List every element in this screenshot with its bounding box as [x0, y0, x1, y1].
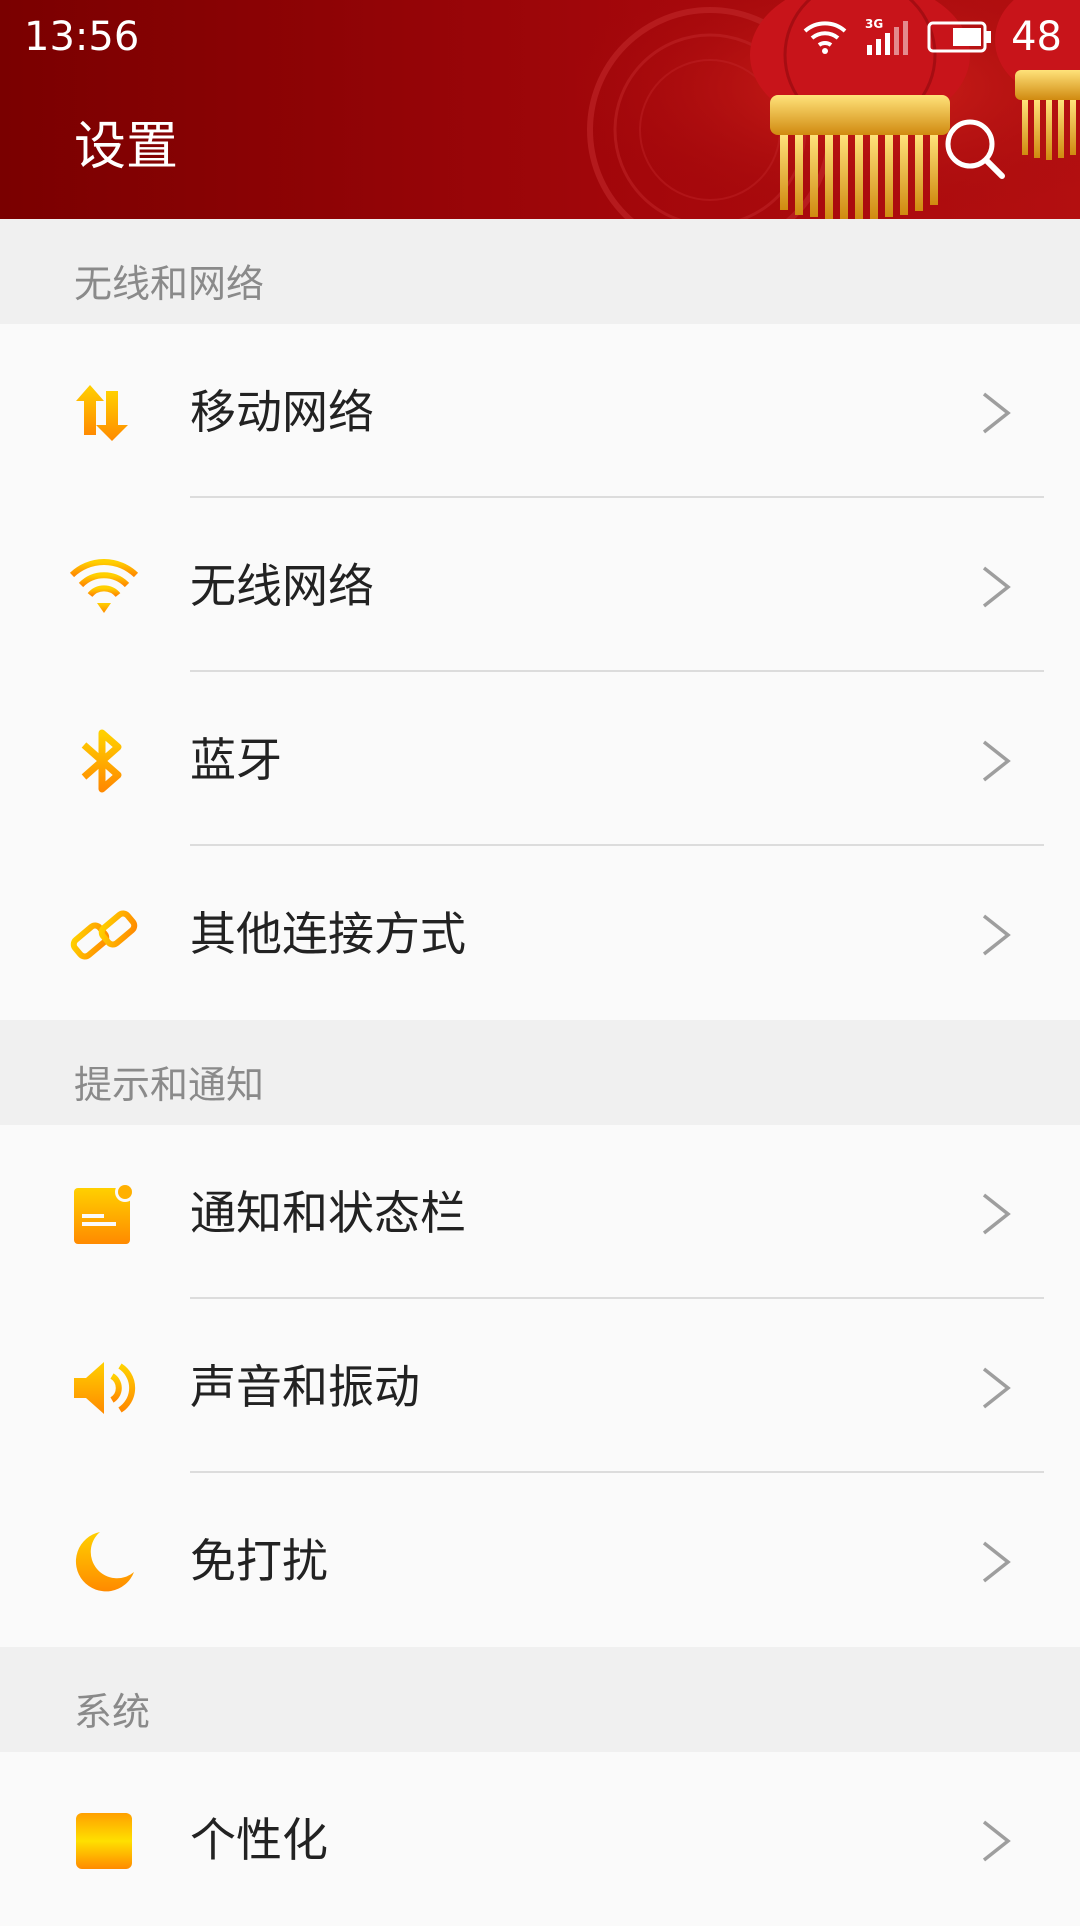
- personalize-icon: [76, 1813, 132, 1869]
- settings-item-sound-vibration[interactable]: 声音和振动: [0, 1299, 1080, 1473]
- settings-item-bluetooth[interactable]: 蓝牙: [0, 672, 1080, 846]
- section-header-system: 系统: [0, 1647, 1080, 1752]
- link-icon: [70, 910, 138, 960]
- notification-icon: [74, 1182, 135, 1244]
- app-header: 13:56 3G 48 设置: [0, 0, 1080, 219]
- search-icon[interactable]: [940, 114, 1010, 184]
- item-label: 其他连接方式: [190, 907, 466, 961]
- item-label: 声音和振动: [190, 1360, 420, 1414]
- item-label: 移动网络: [190, 385, 374, 439]
- chevron-right-icon: [982, 392, 1011, 434]
- chevron-right-icon: [982, 1367, 1011, 1409]
- chevron-right-icon: [982, 566, 1011, 608]
- section-header-notifications: 提示和通知: [0, 1020, 1080, 1125]
- item-label: 免打扰: [190, 1534, 328, 1588]
- item-label: 蓝牙: [190, 733, 282, 787]
- chevron-right-icon: [982, 914, 1011, 956]
- item-label: 通知和状态栏: [190, 1186, 466, 1240]
- settings-item-other-connections[interactable]: 其他连接方式: [0, 846, 1080, 1020]
- settings-item-do-not-disturb[interactable]: 免打扰: [0, 1473, 1080, 1647]
- settings-item-mobile-network[interactable]: 移动网络: [0, 324, 1080, 498]
- status-icons: 3G 48: [803, 12, 1062, 62]
- signal-3g-icon: 3G: [865, 17, 909, 55]
- battery-icon: [927, 21, 992, 53]
- wifi-icon: [803, 21, 847, 54]
- status-time: 13:56: [24, 14, 140, 60]
- section-title: 无线和网络: [74, 262, 265, 306]
- mobile-data-icon: [76, 385, 128, 441]
- moon-icon: [75, 1532, 134, 1592]
- svg-text:3G: 3G: [865, 17, 883, 31]
- chevron-right-icon: [982, 740, 1011, 782]
- sound-icon: [74, 1362, 136, 1414]
- chevron-right-icon: [982, 1193, 1011, 1235]
- chevron-right-icon: [982, 1541, 1011, 1583]
- bluetooth-icon: [81, 729, 122, 793]
- chevron-right-icon: [982, 1820, 1011, 1862]
- settings-item-personalize[interactable]: 个性化: [0, 1752, 1080, 1926]
- section-title: 系统: [74, 1690, 151, 1734]
- item-label: 个性化: [190, 1813, 328, 1867]
- section-title: 提示和通知: [74, 1063, 265, 1107]
- section-header-wireless: 无线和网络: [0, 219, 1080, 324]
- wifi-icon: [70, 559, 138, 613]
- battery-level: 48: [1011, 14, 1062, 60]
- item-label: 无线网络: [190, 559, 374, 613]
- settings-item-wifi[interactable]: 无线网络: [0, 498, 1080, 672]
- settings-item-notification-statusbar[interactable]: 通知和状态栏: [0, 1125, 1080, 1299]
- page-title: 设置: [74, 117, 179, 177]
